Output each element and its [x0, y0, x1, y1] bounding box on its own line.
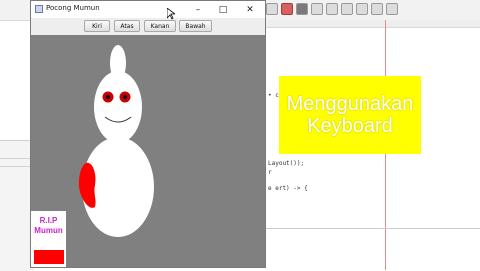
toolbar-icon[interactable]	[341, 3, 353, 15]
right-button[interactable]: Kanan	[144, 20, 176, 32]
toolbar-icon[interactable]	[266, 3, 278, 15]
window-title: Pocong Mumun	[46, 4, 100, 12]
toolbar-icon[interactable]	[356, 3, 368, 15]
ide-tab-strip	[266, 20, 480, 28]
ide-toolbar	[266, 3, 398, 15]
toolbar-icon[interactable]	[371, 3, 383, 15]
toolbar-icon[interactable]	[386, 3, 398, 15]
ghost-pupil-left	[105, 94, 111, 100]
caption-line: Keyboard	[307, 115, 393, 137]
toolbar-icon[interactable]	[296, 3, 308, 15]
left-button[interactable]: Kiri	[84, 20, 110, 32]
code-line: e ert) -> {	[268, 185, 308, 192]
java-app-icon	[35, 5, 43, 13]
maximize-button[interactable]: □	[212, 1, 234, 18]
up-button[interactable]: Atas	[114, 20, 140, 32]
app-window: Pocong Mumun – □ ✕ Kiri Atas Kanan Bawah…	[30, 0, 266, 268]
ghost-head	[94, 71, 142, 143]
pocong-figure	[78, 45, 154, 237]
code-line: Layout());	[268, 160, 305, 167]
rip-red-block	[34, 250, 64, 264]
mouse-cursor-icon	[167, 8, 175, 20]
ide-left-divider	[0, 158, 34, 167]
rip-sign-name: Mumun	[34, 226, 63, 235]
caption-overlay: Menggunakan Keyboard	[279, 76, 421, 154]
close-button[interactable]: ✕	[239, 1, 261, 18]
toolbar-icon[interactable]	[311, 3, 323, 15]
toolbar-icon[interactable]	[326, 3, 338, 15]
editor-divider	[266, 228, 480, 229]
rip-sign-title: R.I.P	[39, 216, 58, 225]
stop-icon[interactable]	[281, 3, 293, 15]
title-bar[interactable]: Pocong Mumun – □ ✕	[31, 1, 265, 18]
button-bar: Kiri Atas Kanan Bawah	[31, 18, 265, 35]
minimize-button[interactable]: –	[187, 1, 209, 18]
ghost-pupil-right	[122, 94, 128, 100]
code-line: r	[268, 169, 272, 176]
down-button[interactable]: Bawah	[179, 20, 212, 32]
blood-stain	[78, 162, 96, 208]
game-canvas[interactable]: R.I.P Mumun	[31, 35, 265, 267]
caption-line: Menggunakan	[286, 93, 414, 115]
